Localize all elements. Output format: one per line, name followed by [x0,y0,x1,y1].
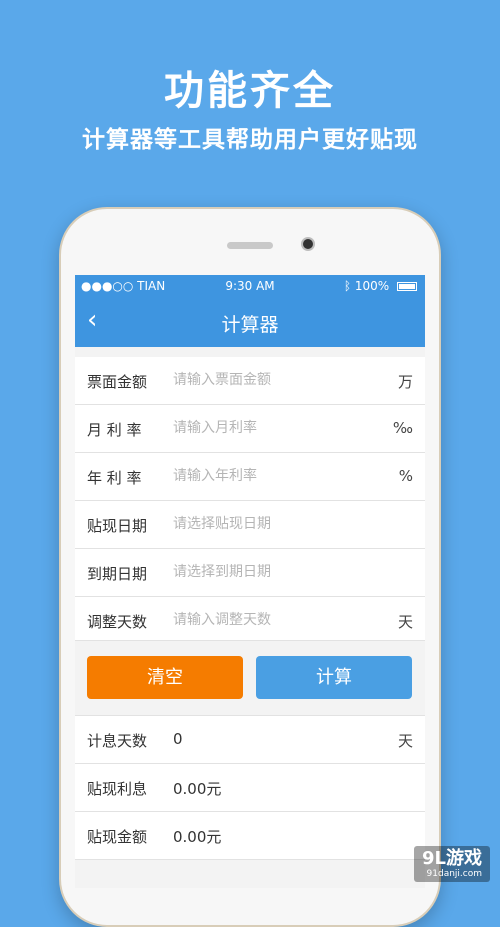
battery-percent: 100% [354,279,390,293]
form-row-monthly-rate: 月 利 率 ‰ [75,405,425,453]
navigation-bar: ‹ 计算器 [75,297,425,347]
discount-amount-value: 0.00元 [173,828,222,846]
monthly-rate-input[interactable] [173,415,383,441]
phone-speaker [227,242,273,249]
result-row-discount-amount: 贴现金额 0.00元 [75,812,425,860]
page-title: 计算器 [221,314,279,336]
form-row-maturity-date: 到期日期 [75,549,425,597]
interest-days-value: 0 [173,730,183,748]
watermark-brand: 9L游戏 [422,848,482,869]
result-row-interest-days: 计息天数 0 天 [75,716,425,764]
clear-button[interactable]: 清空 [87,656,243,699]
bluetooth-icon: ᛒ [343,279,355,293]
discount-interest-value: 0.00元 [173,780,222,798]
battery-icon [397,282,417,291]
interest-days-label: 计息天数 [87,732,148,750]
discount-date-picker[interactable] [173,511,383,537]
maturity-date-label: 到期日期 [87,565,148,583]
result-row-discount-interest: 贴现利息 0.00元 [75,764,425,812]
face-amount-label: 票面金额 [87,373,148,391]
annual-rate-label: 年 利 率 [87,469,142,487]
promo-subtitle: 计算器等工具帮助用户更好贴现 [82,127,418,153]
battery-status: ᛒ 100% [344,279,417,293]
adjust-days-unit: 天 [397,613,413,631]
discount-interest-label: 贴现利息 [87,780,148,798]
action-buttons: 清空 计算 [75,640,425,716]
face-amount-unit: 万 [397,373,413,391]
calculator-form: 票面金额 万 月 利 率 ‰ 年 利 率 % 贴现日期 到期日期 调整天数 天 [75,357,425,645]
adjust-days-input[interactable] [173,607,383,633]
annual-rate-input[interactable] [173,463,383,489]
form-row-face-amount: 票面金额 万 [75,357,425,405]
face-amount-input[interactable] [173,367,383,393]
discount-date-label: 贴现日期 [87,517,148,535]
monthly-rate-label: 月 利 率 [87,421,142,439]
form-row-adjust-days: 调整天数 天 [75,597,425,645]
promo-title: 功能齐全 [164,68,336,114]
watermark-url: 91danji.com [426,869,482,879]
interest-days-unit: 天 [397,732,413,750]
phone-screen: ●●●○○ TIAN 9:30 AM ᛒ 100% ‹ 计算器 票面金额 万 月… [75,275,425,888]
annual-rate-unit: % [398,467,413,485]
monthly-rate-unit: ‰ [392,419,413,437]
site-watermark: 9L游戏 91danji.com [414,846,490,882]
adjust-days-label: 调整天数 [87,613,148,631]
phone-camera [301,237,315,251]
form-row-annual-rate: 年 利 率 % [75,453,425,501]
discount-amount-label: 贴现金额 [87,828,148,846]
form-row-discount-date: 贴现日期 [75,501,425,549]
maturity-date-picker[interactable] [173,559,383,585]
results-panel: 计息天数 0 天 贴现利息 0.00元 贴现金额 0.00元 [75,716,425,860]
status-bar: ●●●○○ TIAN 9:30 AM ᛒ 100% [75,275,425,297]
calculate-button[interactable]: 计算 [256,656,412,699]
